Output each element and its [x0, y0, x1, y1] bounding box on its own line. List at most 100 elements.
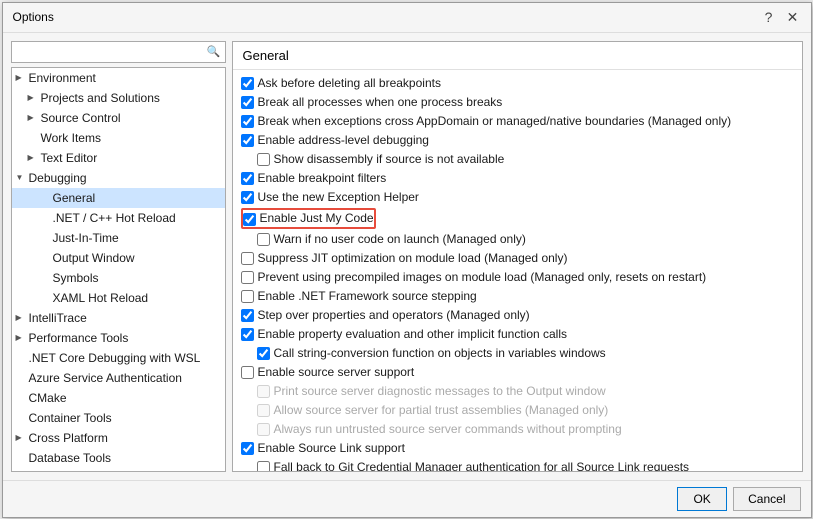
checkbox-enable-address-debug[interactable] — [241, 134, 254, 147]
option-row-step-over-properties: Step over properties and operators (Mana… — [239, 306, 796, 325]
tree-label-container-tools: Container Tools — [29, 410, 112, 426]
option-row-ask-delete-bp: Ask before deleting all breakpoints — [239, 74, 796, 93]
option-label-show-disassembly: Show disassembly if source is not availa… — [274, 151, 505, 168]
tree-item-database-tools[interactable]: Database Tools — [12, 448, 225, 468]
option-label-enable-address-debug: Enable address-level debugging — [258, 132, 429, 149]
option-row-allow-partial-trust: Allow source server for partial trust as… — [239, 401, 796, 420]
checkbox-enable-bp-filters[interactable] — [241, 172, 254, 185]
ok-button[interactable]: OK — [677, 487, 727, 511]
tree-label-dotnet-hotreload: .NET / C++ Hot Reload — [53, 210, 176, 226]
checkbox-print-source-server[interactable] — [257, 385, 270, 398]
options-list: Ask before deleting all breakpointsBreak… — [233, 70, 802, 471]
tree-item-intellitrace[interactable]: ▶IntelliTrace — [12, 308, 225, 328]
checkbox-step-over-properties[interactable] — [241, 309, 254, 322]
tree-item-container-tools[interactable]: Container Tools — [12, 408, 225, 428]
tree-item-text-editor[interactable]: ▶Text Editor — [12, 148, 225, 168]
tree-item-azure-auth[interactable]: Azure Service Authentication — [12, 368, 225, 388]
option-row-enable-source-link: Enable Source Link support — [239, 439, 796, 458]
option-row-break-exceptions-appdomain: Break when exceptions cross AppDomain or… — [239, 112, 796, 131]
tree-arrow-projects-solutions: ▶ — [28, 90, 38, 106]
help-icon[interactable]: ? — [761, 9, 777, 25]
option-label-call-string-conversion: Call string-conversion function on objec… — [274, 345, 606, 362]
tree-arrow-cross-platform: ▶ — [16, 430, 26, 446]
checkbox-fallback-git-credential[interactable] — [257, 461, 270, 471]
option-label-enable-just-my-code: Enable Just My Code — [260, 210, 374, 227]
option-label-always-run-untrusted: Always run untrusted source server comma… — [274, 421, 622, 438]
option-label-step-over-properties: Step over properties and operators (Mana… — [258, 307, 530, 324]
search-input[interactable] — [16, 45, 207, 59]
content-area: 🔍 ▶Environment▶Projects and Solutions▶So… — [3, 33, 811, 480]
tree-item-performance-tools[interactable]: ▶Performance Tools — [12, 328, 225, 348]
tree-label-cross-platform: Cross Platform — [29, 430, 108, 446]
option-row-enable-bp-filters: Enable breakpoint filters — [239, 169, 796, 188]
option-row-enable-net-source: Enable .NET Framework source stepping — [239, 287, 796, 306]
option-label-enable-source-server: Enable source server support — [258, 364, 415, 381]
tree-item-work-items[interactable]: Work Items — [12, 128, 225, 148]
cancel-button[interactable]: Cancel — [733, 487, 800, 511]
tree-arrow-source-control: ▶ — [28, 110, 38, 126]
tree-label-projects-solutions: Projects and Solutions — [41, 90, 160, 106]
tree-item-symbols[interactable]: Symbols — [12, 268, 225, 288]
tree-item-debugging[interactable]: ▼Debugging — [12, 168, 225, 188]
tree-label-source-control: Source Control — [41, 110, 121, 126]
option-row-enable-address-debug: Enable address-level debugging — [239, 131, 796, 150]
close-icon[interactable]: ✕ — [785, 9, 801, 26]
left-panel: 🔍 ▶Environment▶Projects and Solutions▶So… — [11, 41, 226, 472]
tree-label-just-in-time: Just-In-Time — [53, 230, 119, 246]
checkbox-ask-delete-bp[interactable] — [241, 77, 254, 90]
highlight-box-enable-just-my-code: Enable Just My Code — [241, 208, 376, 229]
search-icon: 🔍 — [207, 45, 221, 58]
checkbox-enable-net-source[interactable] — [241, 290, 254, 303]
tree-item-output-window[interactable]: Output Window — [12, 248, 225, 268]
option-label-break-all-processes: Break all processes when one process bre… — [258, 94, 503, 111]
checkbox-call-string-conversion[interactable] — [257, 347, 270, 360]
option-row-fallback-git-credential: Fall back to Git Credential Manager auth… — [239, 458, 796, 471]
tree-label-general: General — [53, 190, 96, 206]
tree-item-just-in-time[interactable]: Just-In-Time — [12, 228, 225, 248]
tree-item-dotnet-core-wsl[interactable]: .NET Core Debugging with WSL — [12, 348, 225, 368]
tree-label-symbols: Symbols — [53, 270, 99, 286]
checkbox-enable-just-my-code[interactable] — [243, 213, 256, 226]
option-label-enable-net-source: Enable .NET Framework source stepping — [258, 288, 477, 305]
checkbox-show-disassembly[interactable] — [257, 153, 270, 166]
option-row-always-run-untrusted: Always run untrusted source server comma… — [239, 420, 796, 439]
checkbox-allow-partial-trust[interactable] — [257, 404, 270, 417]
tree-label-azure-auth: Azure Service Authentication — [29, 370, 182, 386]
tree-label-environment: Environment — [29, 70, 96, 86]
option-row-warn-no-user-code: Warn if no user code on launch (Managed … — [239, 230, 796, 249]
tree-label-work-items: Work Items — [41, 130, 101, 146]
option-row-show-disassembly: Show disassembly if source is not availa… — [239, 150, 796, 169]
title-bar: Options ? ✕ — [3, 3, 811, 33]
right-panel: General Ask before deleting all breakpoi… — [232, 41, 803, 472]
option-label-enable-source-link: Enable Source Link support — [258, 440, 405, 457]
checkbox-enable-source-server[interactable] — [241, 366, 254, 379]
tree-item-general[interactable]: General — [12, 188, 225, 208]
option-label-print-source-server: Print source server diagnostic messages … — [274, 383, 606, 400]
tree-item-projects-solutions[interactable]: ▶Projects and Solutions — [12, 88, 225, 108]
tree-item-xaml-hot-reload[interactable]: XAML Hot Reload — [12, 288, 225, 308]
tree-item-source-control[interactable]: ▶Source Control — [12, 108, 225, 128]
option-label-prevent-precompiled: Prevent using precompiled images on modu… — [258, 269, 707, 286]
checkbox-warn-no-user-code[interactable] — [257, 233, 270, 246]
checkbox-suppress-jit[interactable] — [241, 252, 254, 265]
checkbox-always-run-untrusted[interactable] — [257, 423, 270, 436]
checkbox-enable-property-eval[interactable] — [241, 328, 254, 341]
checkbox-break-exceptions-appdomain[interactable] — [241, 115, 254, 128]
checkbox-break-all-processes[interactable] — [241, 96, 254, 109]
tree-label-performance-tools: Performance Tools — [29, 330, 129, 346]
tree-item-environment[interactable]: ▶Environment — [12, 68, 225, 88]
option-row-enable-property-eval: Enable property evaluation and other imp… — [239, 325, 796, 344]
option-row-break-all-processes: Break all processes when one process bre… — [239, 93, 796, 112]
tree-item-dotnet-hotreload[interactable]: .NET / C++ Hot Reload — [12, 208, 225, 228]
tree-item-cmake[interactable]: CMake — [12, 388, 225, 408]
checkbox-enable-source-link[interactable] — [241, 442, 254, 455]
tree-item-cross-platform[interactable]: ▶Cross Platform — [12, 428, 225, 448]
checkbox-prevent-precompiled[interactable] — [241, 271, 254, 284]
option-label-break-exceptions-appdomain: Break when exceptions cross AppDomain or… — [258, 113, 732, 130]
dialog-title: Options — [13, 10, 54, 24]
tree-label-output-window: Output Window — [53, 250, 135, 266]
checkbox-use-new-exception[interactable] — [241, 191, 254, 204]
search-box[interactable]: 🔍 — [11, 41, 226, 63]
tree-item-fsharp-tools[interactable]: F# Tools — [12, 468, 225, 472]
option-label-allow-partial-trust: Allow source server for partial trust as… — [274, 402, 609, 419]
